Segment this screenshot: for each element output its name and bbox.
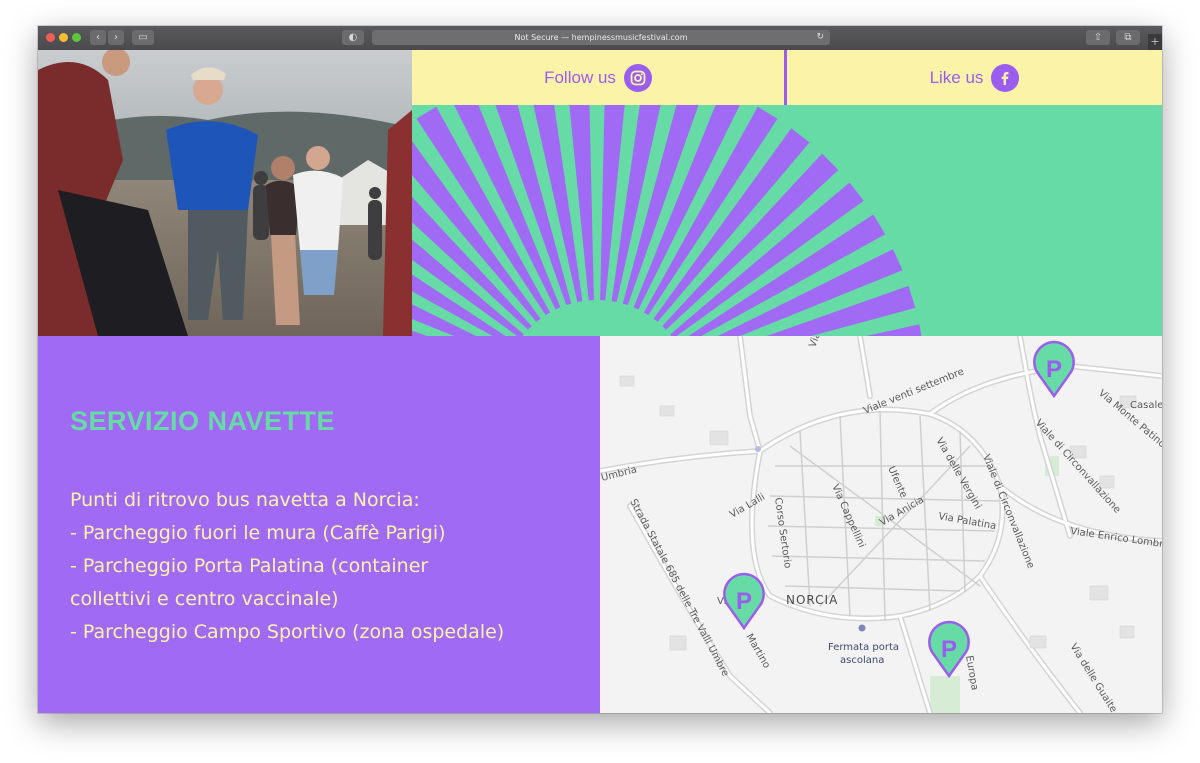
back-button[interactable]: ‹	[90, 30, 106, 45]
shuttle-stop-line: collettivi e centro vaccinale)	[70, 588, 339, 610]
close-window-button[interactable]	[46, 33, 55, 42]
shuttle-intro-line: Punti di ritrovo bus navetta a Norcia:	[70, 489, 420, 511]
shuttle-stop-line: - Parcheggio fuori le mura (Caffè Parigi…	[70, 522, 446, 544]
like-us-label: Like us	[929, 67, 984, 87]
sidebar-toggle-icon[interactable]: ▭	[132, 30, 154, 45]
bus-stop-icon[interactable]	[858, 624, 866, 632]
shuttle-stop-line: - Parcheggio Porta Palatina (container	[70, 555, 429, 577]
instagram-icon	[623, 63, 652, 92]
bus-stop-label: Fermata porta	[828, 642, 899, 653]
tabs-overview-icon[interactable]: ⧉	[1116, 30, 1140, 45]
facebook-icon	[991, 63, 1020, 92]
reload-icon[interactable]: ↻	[816, 30, 824, 45]
festival-crowd-illustration	[38, 50, 412, 336]
browser-window: ‹ › ▭ ◐ Not Secure — hempinessmusicfesti…	[38, 26, 1162, 713]
sunburst-rays	[412, 105, 922, 336]
parking-pin-label: P	[736, 588, 752, 615]
festival-crowd-photo	[38, 50, 412, 336]
browser-titlebar: ‹ › ▭ ◐ Not Secure — hempinessmusicfesti…	[38, 26, 1162, 51]
url-text: Not Secure — hempinessmusicfestival.com	[514, 33, 688, 42]
section-title: SERVIZIO NAVETTE	[70, 406, 336, 436]
new-tab-button[interactable]: +	[1148, 34, 1162, 50]
follow-us-link[interactable]: Follow us	[412, 50, 784, 105]
privacy-shield-icon[interactable]: ◐	[342, 30, 364, 45]
follow-us-label: Follow us	[544, 67, 616, 87]
forward-button[interactable]: ›	[108, 30, 124, 45]
shuttle-info-text: Punti di ritrovo bus navetta a Norcia: -…	[70, 484, 504, 649]
like-us-link[interactable]: Like us	[787, 50, 1162, 105]
bus-stop-label: ascolana	[840, 655, 884, 666]
roundabout-icon	[755, 446, 761, 452]
parking-pin-label: P	[1046, 356, 1062, 383]
zoom-window-button[interactable]	[72, 33, 81, 42]
address-bar[interactable]: Not Secure — hempinessmusicfestival.com …	[372, 30, 830, 45]
page-content: Follow us Like us SERVIZIO NAVETTE Punti…	[38, 50, 1162, 713]
map-canvas[interactable]: Viale venti settembre Viale di Circonval…	[600, 336, 1162, 713]
norcia-map[interactable]: Viale venti settembre Viale di Circonval…	[600, 336, 1162, 713]
town-label: NORCIA	[786, 593, 838, 607]
share-icon[interactable]: ⇧	[1086, 30, 1110, 45]
street-label: Casale	[1130, 400, 1162, 411]
shuttle-service-section: SERVIZIO NAVETTE Punti di ritrovo bus na…	[38, 336, 600, 713]
minimize-window-button[interactable]	[59, 33, 68, 42]
parking-pin-label: P	[941, 636, 957, 663]
sunburst-graphic	[412, 105, 1162, 336]
shuttle-stop-line: - Parcheggio Campo Sportivo (zona ospeda…	[70, 621, 505, 643]
